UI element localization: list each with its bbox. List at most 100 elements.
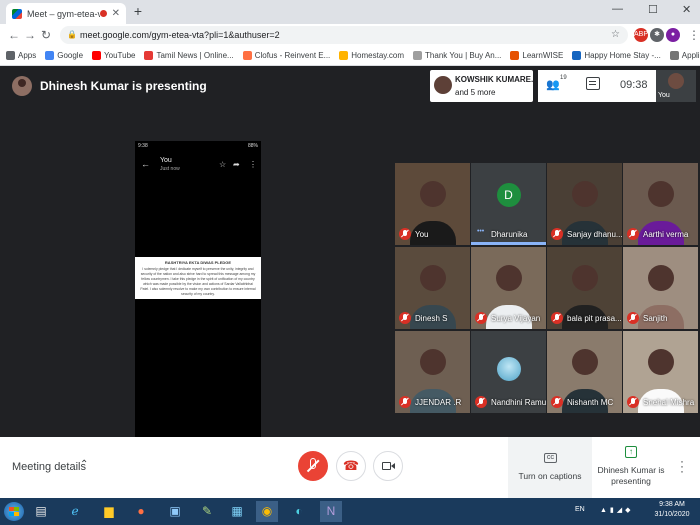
presenting-label: Dhinesh Kumar is presenting xyxy=(597,465,665,486)
participant-tile[interactable]: JJENDAR .R xyxy=(395,331,470,413)
participant-video xyxy=(647,181,674,207)
bookmark-item[interactable]: YouTube xyxy=(92,51,135,60)
browser-toolbar: ← → ↻ 🔒 meet.google.com/gym-etea-vta?pli… xyxy=(0,24,700,46)
participant-tile[interactable]: Nishanth MC xyxy=(547,331,622,413)
participant-grid: You D Dharunika Sanjay dhanu... Aarthi verma… xyxy=(395,163,700,415)
forward-arrow-icon[interactable]: → xyxy=(24,28,36,42)
participant-avatar xyxy=(496,357,521,381)
active-speakers-chip[interactable]: KOWSHIK KUMARE... and 5 more xyxy=(430,70,538,102)
chrome-icon[interactable]: ◉ xyxy=(256,501,278,522)
captions-button[interactable]: CC Turn on captions xyxy=(508,437,592,498)
meet-bottom-bar: Meeting details ⌃ ☎ CC Turn on captions … xyxy=(0,437,700,498)
bookmark-item[interactable]: Thank You | Buy An... xyxy=(413,51,501,60)
people-count: 19 xyxy=(560,75,567,81)
reload-icon[interactable]: ↻ xyxy=(41,28,51,42)
participant-tile[interactable]: Snehal Mishra xyxy=(623,331,698,413)
start-button[interactable] xyxy=(4,502,24,521)
back-arrow-icon[interactable]: ← xyxy=(8,28,20,42)
taskbar-date[interactable]: 31/10/2020 xyxy=(652,511,692,518)
bookmark-item[interactable]: Happy Home Stay -... xyxy=(572,51,661,60)
participant-tile[interactable]: Surya Vijayan xyxy=(471,247,546,329)
browser-menu-icon[interactable]: ⋮ xyxy=(688,28,700,42)
pdf-app-icon[interactable]: ▤ xyxy=(30,501,52,522)
participant-tile[interactable]: Sanjith xyxy=(623,247,698,329)
pen-app-icon[interactable]: ✎ xyxy=(196,501,218,522)
file-explorer-icon[interactable]: ▆ xyxy=(98,501,120,522)
participant-tile[interactable]: bala pit prasa... xyxy=(547,247,622,329)
presenting-button[interactable]: ↑ Dhinesh Kumar is presenting xyxy=(592,437,670,498)
chevron-up-icon[interactable]: ⌃ xyxy=(80,459,88,470)
participant-tile[interactable]: Sanjay dhanu... xyxy=(547,163,622,245)
participant-tile[interactable]: D Dharunika xyxy=(471,163,546,245)
puzzle-extensions-icon[interactable]: ✱ xyxy=(650,28,664,42)
bookmark-favicon-icon xyxy=(413,51,423,60)
profile-avatar[interactable]: ● xyxy=(666,28,680,42)
system-tray-icons[interactable]: ▲▮◢◆ xyxy=(600,506,634,514)
url-text: meet.google.com/gym-etea-vta?pli=1&authu… xyxy=(80,30,280,40)
pledge-document: RASHTRIYA EKTA DIWAS PLEDGE I solemnly p… xyxy=(135,257,261,299)
document-title: RASHTRIYA EKTA DIWAS PLEDGE xyxy=(164,260,232,265)
extension-icon[interactable]: ABP xyxy=(634,28,648,42)
bookmark-item[interactable]: LearnWISE xyxy=(510,51,563,60)
bookmark-item[interactable]: Apps xyxy=(6,51,36,60)
chat-icon[interactable] xyxy=(586,77,600,90)
bookmark-favicon-icon xyxy=(45,51,55,60)
network-app-icon[interactable]: ▣ xyxy=(164,501,186,522)
close-window-button[interactable]: ✕ xyxy=(682,3,691,16)
captions-label: Turn on captions xyxy=(518,471,582,481)
self-view-tile[interactable]: You xyxy=(656,70,696,102)
mic-off-button[interactable] xyxy=(298,451,328,481)
bookmark-item[interactable]: Clofus - Reinvent E... xyxy=(242,51,330,60)
lock-icon[interactable]: 🔒 xyxy=(67,26,77,44)
participant-tile[interactable]: Aarthi verma xyxy=(623,163,698,245)
bookmark-label: Application Form xyxy=(681,51,700,60)
participant-avatar: D xyxy=(496,183,521,207)
participant-name: You xyxy=(415,230,429,239)
phone-hangup-icon: ☎ xyxy=(342,458,360,473)
phone-header: ← You Just now ☆ ➦ ⋮ xyxy=(135,155,261,175)
firefox-icon[interactable]: ● xyxy=(130,501,152,522)
minimize-button[interactable]: — xyxy=(612,3,623,15)
mic-off-icon xyxy=(551,312,563,324)
presenter-avatar xyxy=(12,76,32,96)
bookmark-label: Homestay.com xyxy=(351,51,405,60)
speaker-avatar xyxy=(434,76,452,94)
people-icon[interactable]: 👥 xyxy=(546,78,560,91)
more-options-icon[interactable]: · · · xyxy=(680,455,684,477)
recording-indicator-icon xyxy=(99,10,107,17)
self-video xyxy=(668,73,684,89)
participant-video xyxy=(571,349,598,375)
participant-video xyxy=(419,349,446,375)
tab-close-icon[interactable]: ✕ xyxy=(112,8,120,19)
photos-icon[interactable]: ▦ xyxy=(226,501,248,522)
speaker-name: KOWSHIK KUMARE... xyxy=(455,75,538,84)
participant-video xyxy=(571,181,598,207)
address-bar[interactable]: 🔒 meet.google.com/gym-etea-vta?pli=1&aut… xyxy=(60,26,628,44)
onenote-icon[interactable]: N xyxy=(320,501,342,522)
meeting-details-button[interactable]: Meeting details xyxy=(12,461,86,473)
language-indicator[interactable]: EN xyxy=(575,506,585,513)
edge-icon[interactable]: ◐ xyxy=(288,501,310,522)
participant-name: Surya Vijayan xyxy=(491,314,541,323)
bookmark-item[interactable]: Google xyxy=(45,51,83,60)
taskbar-time[interactable]: 9:38 AM xyxy=(652,501,692,508)
ie-icon[interactable]: ℯ xyxy=(64,501,86,522)
hang-up-button[interactable]: ☎ xyxy=(336,451,366,481)
participant-tile[interactable]: You xyxy=(395,163,470,245)
speaker-more: and 5 more xyxy=(455,88,496,97)
bookmark-item[interactable]: Application Form xyxy=(669,51,700,60)
participant-tile[interactable]: Nandhini Ramu xyxy=(471,331,546,413)
bookmark-label: Google xyxy=(57,51,84,60)
bookmark-star-icon[interactable]: ☆ xyxy=(611,26,620,44)
bookmark-item[interactable]: Tamil News | Online... xyxy=(144,51,234,60)
bookmark-item[interactable]: Homestay.com xyxy=(339,51,404,60)
participant-video xyxy=(647,265,674,291)
maximize-button[interactable]: ☐ xyxy=(648,3,658,16)
camera-button[interactable] xyxy=(373,451,403,481)
participant-tile[interactable]: Dinesh S xyxy=(395,247,470,329)
mic-off-icon xyxy=(627,228,639,240)
phone-status-time: 9:38 xyxy=(138,143,148,149)
mic-off-icon xyxy=(627,312,639,324)
browser-tab[interactable]: Meet – gym-etea-vta ✕ xyxy=(6,3,126,24)
new-tab-button[interactable]: + xyxy=(131,4,145,19)
